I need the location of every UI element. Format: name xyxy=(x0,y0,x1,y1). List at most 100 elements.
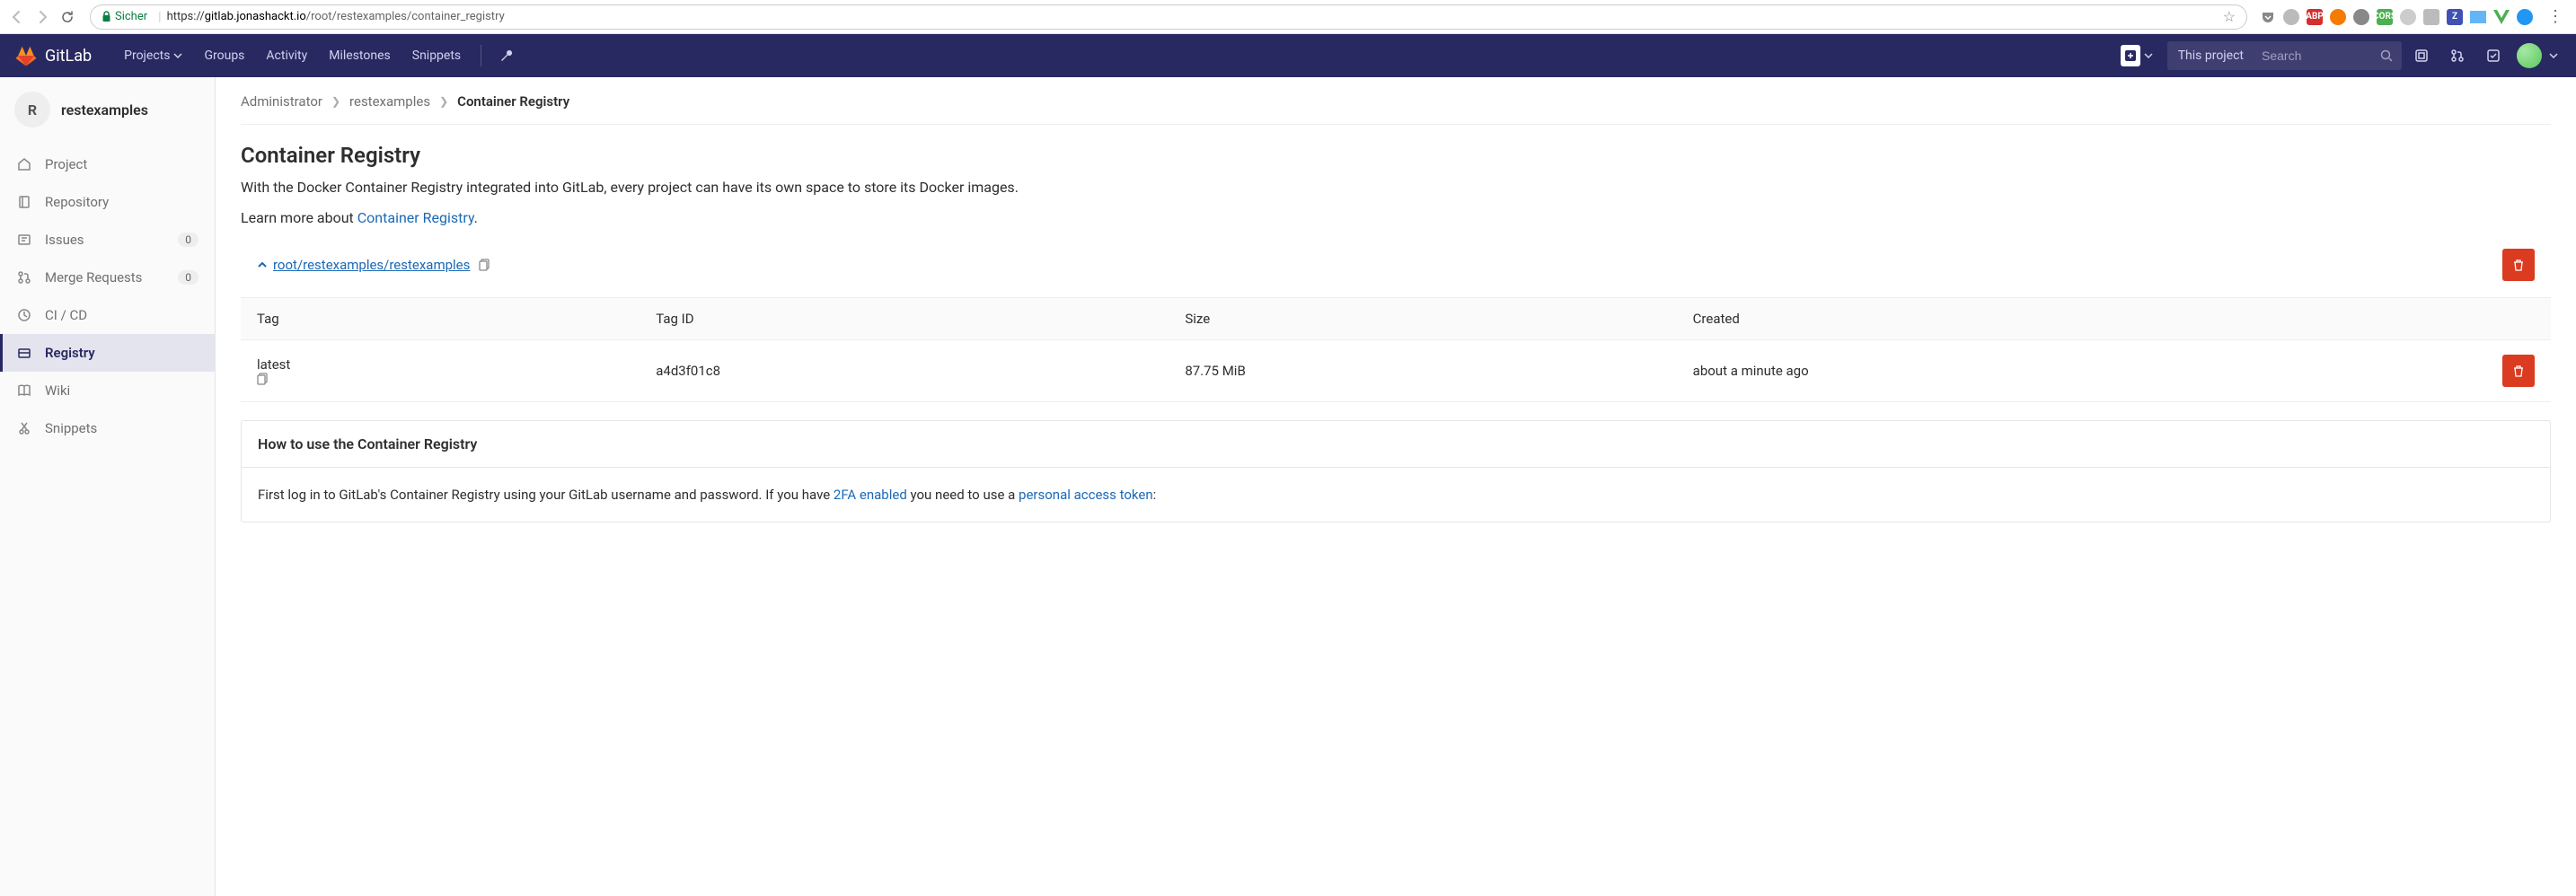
extension-light-icon[interactable] xyxy=(2400,9,2416,25)
issues-shortcut-icon[interactable] xyxy=(2405,40,2438,72)
sidebar-item-issues[interactable]: Issues 0 xyxy=(0,221,215,259)
nav-snippets[interactable]: Snippets xyxy=(401,34,472,77)
search-input[interactable] xyxy=(2254,48,2371,63)
sidebar-item-label: Merge Requests xyxy=(45,269,142,285)
extension-grey-icon[interactable] xyxy=(2353,9,2369,25)
pocket-icon[interactable] xyxy=(2260,9,2276,25)
search-scope: This project xyxy=(2167,48,2254,63)
delete-repo-button[interactable] xyxy=(2502,249,2535,281)
sidebar-item-registry[interactable]: Registry xyxy=(0,334,215,372)
chevron-up-icon xyxy=(257,259,268,270)
adblock-icon[interactable]: ABP xyxy=(2307,9,2323,25)
bookmark-star-icon[interactable]: ☆ xyxy=(2223,8,2236,25)
sidebar-item-snippets[interactable]: Snippets xyxy=(0,409,215,447)
vue-icon[interactable] xyxy=(2493,9,2510,25)
chevron-down-icon xyxy=(2140,53,2157,58)
sidebar-item-label: Registry xyxy=(45,345,95,361)
sidebar-item-label: Repository xyxy=(45,194,109,210)
user-avatar[interactable] xyxy=(2517,43,2542,68)
tags-table: Tag Tag ID Size Created latest a4d3f01c8 xyxy=(241,297,2551,402)
col-created: Created xyxy=(1677,298,2486,340)
chevron-right-icon: ❯ xyxy=(439,95,448,108)
extension-round-blue-icon[interactable] xyxy=(2517,9,2533,25)
search-icon[interactable] xyxy=(2371,49,2402,62)
howto-body: First log in to GitLab's Container Regis… xyxy=(242,468,2550,522)
sidebar-item-repository[interactable]: Repository xyxy=(0,183,215,221)
tag-size: 87.75 MiB xyxy=(1169,340,1676,402)
sidebar-item-label: Issues xyxy=(45,232,84,248)
tag-created: about a minute ago xyxy=(1677,340,2486,402)
home-icon xyxy=(16,157,32,171)
col-tag-id: Tag ID xyxy=(640,298,1169,340)
cors-icon[interactable]: CORS xyxy=(2377,9,2393,25)
nav-groups[interactable]: Groups xyxy=(193,34,255,77)
chevron-down-icon xyxy=(173,53,182,58)
sidebar-item-cicd[interactable]: CI / CD xyxy=(0,296,215,334)
chevron-down-icon[interactable] xyxy=(2545,53,2562,58)
breadcrumb-project[interactable]: restexamples xyxy=(349,93,430,110)
copy-icon[interactable] xyxy=(479,259,491,271)
extension-square-icon[interactable] xyxy=(2423,9,2439,25)
page-title: Container Registry xyxy=(241,143,2551,168)
browser-extensions: ABP CORS Z xyxy=(2260,9,2536,25)
trash-icon xyxy=(2512,365,2525,377)
nav-projects[interactable]: Projects xyxy=(113,34,193,77)
lock-icon: Sicher xyxy=(101,10,147,23)
mr-count-badge: 0 xyxy=(178,270,198,285)
chrome-menu-icon[interactable]: ⋮ xyxy=(2542,7,2569,26)
col-size: Size xyxy=(1169,298,1676,340)
tanuki-icon xyxy=(14,44,38,67)
sidebar-item-label: Wiki xyxy=(45,382,70,399)
breadcrumb: Administrator ❯ restexamples ❯ Container… xyxy=(241,93,2551,125)
tag-id: a4d3f01c8 xyxy=(640,340,1169,402)
sidebar-item-project[interactable]: Project xyxy=(0,145,215,183)
container-registry-docs-link[interactable]: Container Registry xyxy=(357,209,474,226)
extension-dot-icon[interactable] xyxy=(2283,9,2299,25)
sidebar-project-header[interactable]: R restexamples xyxy=(0,77,215,142)
col-tag: Tag xyxy=(241,298,640,340)
extension-orange-icon[interactable] xyxy=(2330,9,2346,25)
chevron-right-icon: ❯ xyxy=(331,95,340,108)
delete-tag-button[interactable] xyxy=(2502,355,2535,387)
sidebar-item-label: Snippets xyxy=(45,420,97,436)
gitlab-logo[interactable]: GitLab xyxy=(14,44,92,67)
browser-back-button[interactable] xyxy=(7,7,27,27)
snippets-icon xyxy=(16,421,32,435)
zotero-icon[interactable]: Z xyxy=(2447,9,2463,25)
howto-panel: How to use the Container Registry First … xyxy=(241,420,2551,523)
merge-requests-shortcut-icon[interactable] xyxy=(2441,40,2474,72)
new-dropdown[interactable] xyxy=(2121,45,2157,66)
repo-path: root/restexamples/restexamples xyxy=(273,257,470,273)
learn-more: Learn more about Container Registry. xyxy=(241,207,2551,229)
secure-label: Sicher xyxy=(115,10,147,23)
pat-link[interactable]: personal access token xyxy=(1019,487,1153,503)
browser-forward-button[interactable] xyxy=(32,7,52,27)
sidebar-item-label: CI / CD xyxy=(45,307,87,323)
issues-icon xyxy=(16,233,32,247)
browser-url-bar[interactable]: Sicher | https://gitlab.jonashackt.io/ro… xyxy=(90,4,2247,30)
browser-reload-button[interactable] xyxy=(57,7,77,27)
sidebar-item-merge-requests[interactable]: Merge Requests 0 xyxy=(0,259,215,296)
repo-collapse-toggle[interactable]: root/restexamples/restexamples xyxy=(257,257,470,273)
mr-icon xyxy=(16,270,32,285)
admin-wrench-icon[interactable] xyxy=(490,48,523,63)
2fa-link[interactable]: 2FA enabled xyxy=(834,487,907,503)
sidebar-item-wiki[interactable]: Wiki xyxy=(0,372,215,409)
nav-milestones[interactable]: Milestones xyxy=(318,34,401,77)
wiki-icon xyxy=(16,383,32,398)
sidebar-item-label: Project xyxy=(45,156,87,172)
search-box[interactable]: This project xyxy=(2167,41,2402,70)
nav-activity[interactable]: Activity xyxy=(255,34,318,77)
plus-icon xyxy=(2121,45,2140,66)
repo-icon xyxy=(16,195,32,209)
howto-title: How to use the Container Registry xyxy=(242,421,2550,468)
copy-icon[interactable] xyxy=(257,373,623,385)
project-avatar: R xyxy=(14,92,50,127)
breadcrumb-root[interactable]: Administrator xyxy=(241,93,322,110)
registry-icon xyxy=(16,346,32,360)
brand-text: GitLab xyxy=(45,47,92,66)
todos-icon[interactable] xyxy=(2477,40,2510,72)
cicd-icon xyxy=(16,308,32,322)
tag-name: latest xyxy=(257,356,290,373)
extension-blue-icon[interactable] xyxy=(2470,9,2486,25)
